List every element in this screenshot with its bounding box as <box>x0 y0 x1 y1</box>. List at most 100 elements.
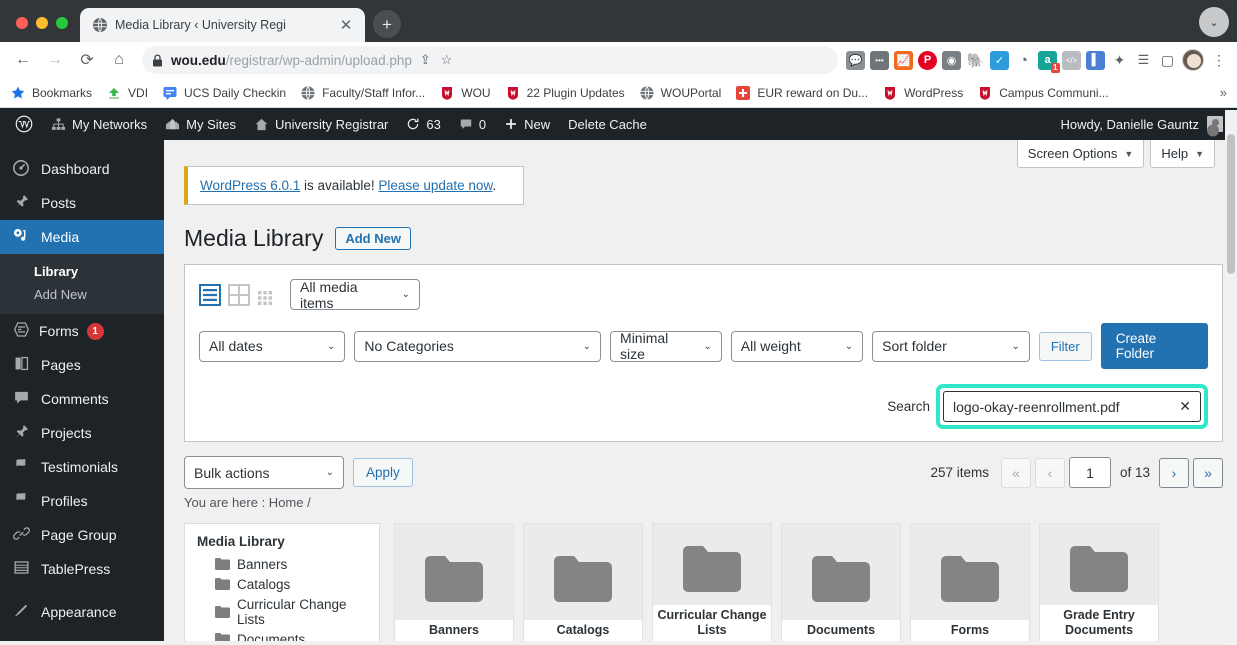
folder-card-forms[interactable]: Forms <box>910 523 1030 641</box>
speech-bubble-icon[interactable]: 💬 <box>846 50 865 70</box>
adminbar-item-my-networks[interactable]: My Networks <box>42 108 156 140</box>
camera-icon[interactable]: ◉ <box>942 50 961 70</box>
create-folder-button[interactable]: Create Folder <box>1100 323 1209 369</box>
folder-tree-root[interactable]: Media Library <box>197 534 369 549</box>
date-filter[interactable]: All dates ⌄ <box>199 330 346 362</box>
wordpress-version-link[interactable]: WordPress 6.0.1 <box>200 178 300 193</box>
sidebar-item-testimonials[interactable]: Testimonials <box>0 450 164 484</box>
bookmark-item-campus-community[interactable]: Campus Communi... <box>977 85 1109 101</box>
adminbar-item-delete-cache[interactable]: Delete Cache <box>559 108 656 140</box>
back-button[interactable]: ← <box>8 45 38 75</box>
sidebar-item-comments[interactable]: Comments <box>0 382 164 416</box>
minimize-window-button[interactable] <box>36 17 48 29</box>
last-page-button[interactable]: » <box>1193 457 1223 488</box>
adminbar-item-my-sites[interactable]: My Sites <box>156 108 245 140</box>
search-input[interactable]: logo-okay-reenrollment.pdf ✕ <box>943 391 1201 422</box>
sort-folder-filter[interactable]: Sort folder ⌄ <box>872 330 1030 362</box>
next-page-button[interactable]: › <box>1159 457 1189 488</box>
scrollbar-thumb[interactable] <box>1227 134 1235 274</box>
sidebar-item-posts[interactable]: Posts <box>0 186 164 220</box>
folder-tree-item-documents[interactable]: Documents <box>197 629 369 641</box>
size-filter[interactable]: Minimal size ⌄ <box>610 330 722 362</box>
book-icon[interactable]: ▌ <box>1086 50 1105 70</box>
folder-card-banners[interactable]: Banners <box>394 523 514 641</box>
adminbar-item-comments[interactable]: 0 <box>450 108 495 140</box>
adminbar-item-new[interactable]: New <box>495 108 559 140</box>
forward-button[interactable]: → <box>40 45 70 75</box>
bookmark-item-wordpress[interactable]: WordPress <box>882 85 963 101</box>
share-icon[interactable]: ⇪ <box>420 52 431 68</box>
dots-grid-icon[interactable] <box>257 290 273 306</box>
sidebar-item-pages[interactable]: Pages <box>0 348 164 382</box>
first-page-button[interactable]: « <box>1000 457 1031 488</box>
folder-tree-item-catalogs[interactable]: Catalogs <box>197 574 369 594</box>
screen-options-button[interactable]: Screen Options ▼ <box>1016 140 1145 168</box>
bookmark-star-icon[interactable]: ☆ <box>441 52 453 68</box>
sidebar-item-profiles[interactable]: Profiles <box>0 484 164 518</box>
bookmark-item-eur-reward[interactable]: EUR reward on Du... <box>735 85 868 101</box>
amazon-icon[interactable]: a1 <box>1038 50 1060 73</box>
sidebar-item-page-group[interactable]: Page Group <box>0 518 164 552</box>
folder-tree-item-curricular-change-lists[interactable]: Curricular Change Lists <box>197 594 369 629</box>
sidebar-icon[interactable]: ▢ <box>1158 50 1177 70</box>
close-window-button[interactable] <box>16 17 28 29</box>
grid-view-icon[interactable] <box>228 283 250 306</box>
list-view-icon[interactable] <box>199 283 221 306</box>
bulk-actions-select[interactable]: Bulk actions ⌄ <box>184 456 344 489</box>
reload-button[interactable]: ⟳ <box>72 45 102 75</box>
update-now-link[interactable]: Please update now <box>378 178 492 193</box>
browser-tab[interactable]: Media Library ‹ University Regi ✕ <box>80 8 365 42</box>
puzzle-icon[interactable]: ✦ <box>1110 50 1129 70</box>
folder-tree-item-banners[interactable]: Banners <box>197 554 369 574</box>
page-scrollbar[interactable] <box>1225 110 1237 645</box>
dots-icon[interactable]: ••• <box>870 50 889 70</box>
media-items-filter[interactable]: All media items ⌄ <box>290 279 420 311</box>
maximize-window-button[interactable] <box>56 17 68 29</box>
adminbar-item-updates[interactable]: 63 <box>397 108 449 140</box>
checkbox-icon[interactable]: ✓ <box>990 50 1009 70</box>
bookmark-item-wouportal[interactable]: WOUPortal <box>639 85 721 101</box>
clock-icon[interactable]: ◔ <box>1014 50 1033 70</box>
weight-filter[interactable]: All weight ⌄ <box>730 330 864 362</box>
bookmark-item-ucs-daily-checkin[interactable]: UCS Daily Checkin <box>162 85 286 101</box>
tab-search-button[interactable]: ⌄ <box>1199 7 1229 37</box>
bookmark-item-bookmarks[interactable]: Bookmarks <box>10 85 92 101</box>
bookmark-item-vdi[interactable]: VDI <box>106 85 148 101</box>
add-new-button[interactable]: Add New <box>335 227 411 250</box>
sidebar-item-dashboard[interactable]: Dashboard <box>0 152 164 186</box>
wp-logo-button[interactable] <box>6 108 42 140</box>
code-icon[interactable]: </> <box>1062 50 1081 70</box>
sidebar-item-forms[interactable]: Forms 1 <box>0 314 164 348</box>
folder-card-documents[interactable]: Documents <box>781 523 901 641</box>
pinterest-icon[interactable]: P <box>918 50 937 70</box>
close-tab-button[interactable]: ✕ <box>336 15 356 35</box>
sidebar-item-appearance[interactable]: Appearance <box>0 595 164 629</box>
playlist-icon[interactable]: ☰ <box>1134 50 1153 70</box>
adminbar-item-site-name[interactable]: University Registrar <box>245 108 397 140</box>
chart-icon[interactable]: 📈 <box>894 50 913 70</box>
profile-avatar[interactable] <box>1182 49 1204 71</box>
bookmarks-overflow-button[interactable]: » <box>1220 85 1231 100</box>
address-bar[interactable]: wou.edu/registrar/wp-admin/upload.php ⇪ … <box>142 46 838 74</box>
categories-filter[interactable]: No Categories ⌄ <box>354 330 602 362</box>
folder-card-curricular-change-lists[interactable]: Curricular Change Lists <box>652 523 772 641</box>
sidebar-item-media[interactable]: Media <box>0 220 164 254</box>
prev-page-button[interactable]: ‹ <box>1034 457 1065 488</box>
sidebar-subitem-library[interactable]: Library <box>0 260 164 283</box>
sidebar-subitem-add-new[interactable]: Add New <box>0 283 164 306</box>
current-page-input[interactable]: 1 <box>1068 457 1111 488</box>
sidebar-item-projects[interactable]: Projects <box>0 416 164 450</box>
folder-card-grade-entry-documents[interactable]: Grade Entry Documents <box>1039 523 1159 641</box>
adminbar-account[interactable]: Howdy, Danielle Gauntz <box>1061 116 1237 132</box>
filter-button[interactable]: Filter <box>1038 331 1092 361</box>
clear-search-icon[interactable]: ✕ <box>1173 398 1191 415</box>
sidebar-item-tablepress[interactable]: TablePress <box>0 552 164 586</box>
bookmark-item-plugin-updates[interactable]: 22 Plugin Updates <box>505 85 625 101</box>
bookmark-item-wou[interactable]: WOU <box>439 85 491 101</box>
new-tab-button[interactable]: + <box>373 10 401 38</box>
home-button[interactable]: ⌂ <box>104 45 134 75</box>
folder-card-catalogs[interactable]: Catalogs <box>523 523 643 641</box>
apply-button[interactable]: Apply <box>353 458 413 487</box>
evernote-icon[interactable]: 🐘 <box>966 50 985 70</box>
browser-menu-button[interactable]: ⋮ <box>1209 52 1229 69</box>
